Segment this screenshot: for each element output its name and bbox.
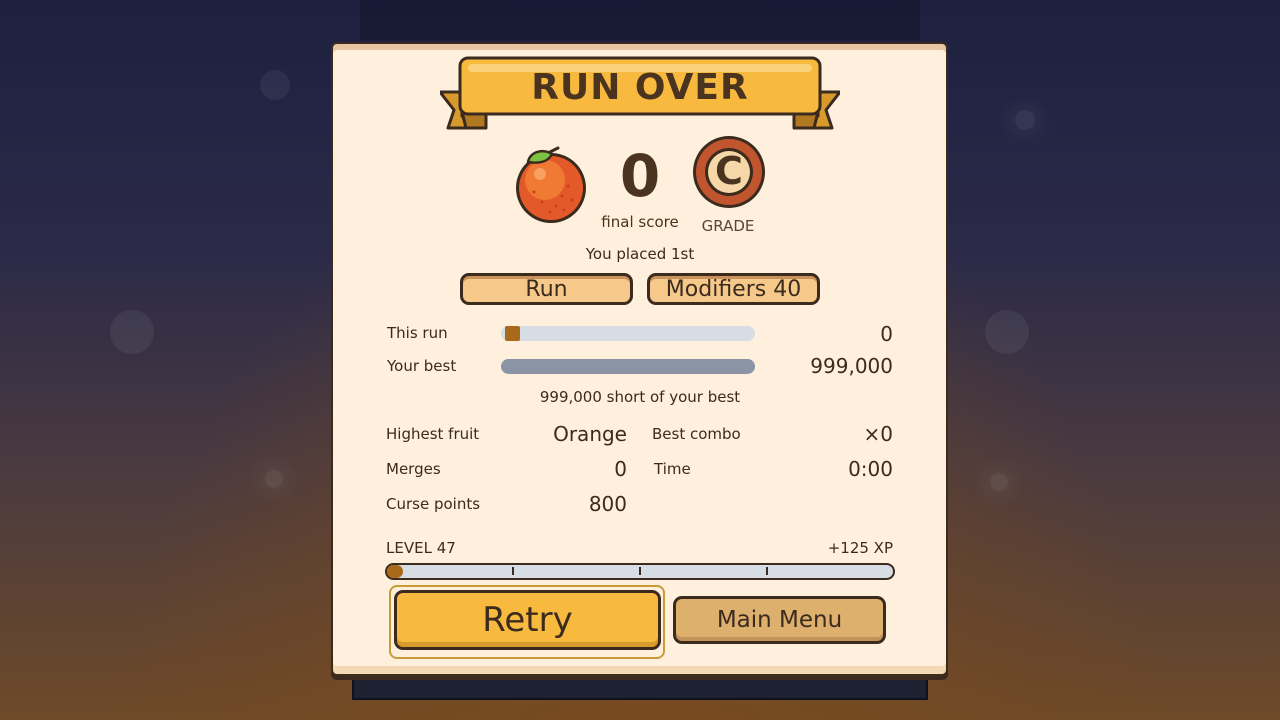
background-bokeh	[110, 310, 154, 354]
this-run-bar-fill	[505, 326, 520, 341]
grade-letter: C	[715, 149, 743, 193]
main-menu-button[interactable]: Main Menu	[673, 596, 886, 644]
retry-button[interactable]: Retry	[394, 590, 661, 650]
background-glow	[265, 470, 283, 488]
level-label: LEVEL 47	[386, 539, 456, 557]
this-run-bar	[501, 326, 755, 341]
tab-run[interactable]: Run	[460, 273, 633, 305]
background-bokeh	[260, 70, 290, 100]
curse-points-value: 800	[588, 492, 627, 516]
xp-tick	[639, 567, 641, 575]
tab-modifiers[interactable]: Modifiers 40	[647, 273, 820, 305]
placement-text: You placed 1st	[585, 245, 695, 263]
xp-progress-fill	[387, 565, 403, 578]
highest-fruit-value: Orange	[553, 422, 627, 446]
run-over-title: RUN OVER	[531, 67, 749, 108]
final-score-value: 0	[619, 142, 661, 210]
short-of-best-text: 999,000 short of your best	[539, 388, 741, 406]
background-header-strip	[360, 0, 920, 40]
orange-icon	[512, 146, 592, 226]
this-run-value: 0	[880, 322, 893, 346]
time-value: 0:00	[848, 457, 893, 481]
curse-points-label: Curse points	[386, 495, 481, 513]
best-combo-label: Best combo	[652, 425, 741, 443]
background-glow	[990, 473, 1008, 491]
highest-fruit-label: Highest fruit	[386, 425, 480, 443]
final-score-caption: final score	[601, 213, 679, 231]
merges-value: 0	[614, 457, 627, 481]
xp-tick	[512, 567, 514, 575]
background-bokeh	[985, 310, 1029, 354]
background-glow	[1015, 110, 1035, 130]
time-label: Time	[654, 460, 691, 478]
panel-shadow-bar	[352, 676, 928, 700]
best-combo-value: ×0	[863, 422, 893, 446]
your-best-label: Your best	[387, 357, 457, 375]
merges-label: Merges	[386, 460, 441, 478]
your-best-bar	[501, 359, 755, 374]
this-run-label: This run	[387, 324, 448, 342]
grade-caption: GRADE	[701, 217, 755, 235]
your-best-value: 999,000	[810, 354, 893, 378]
xp-tick	[766, 567, 768, 575]
xp-gain-label: +125 XP	[827, 539, 893, 557]
title-ribbon: RUN OVER	[440, 56, 840, 130]
